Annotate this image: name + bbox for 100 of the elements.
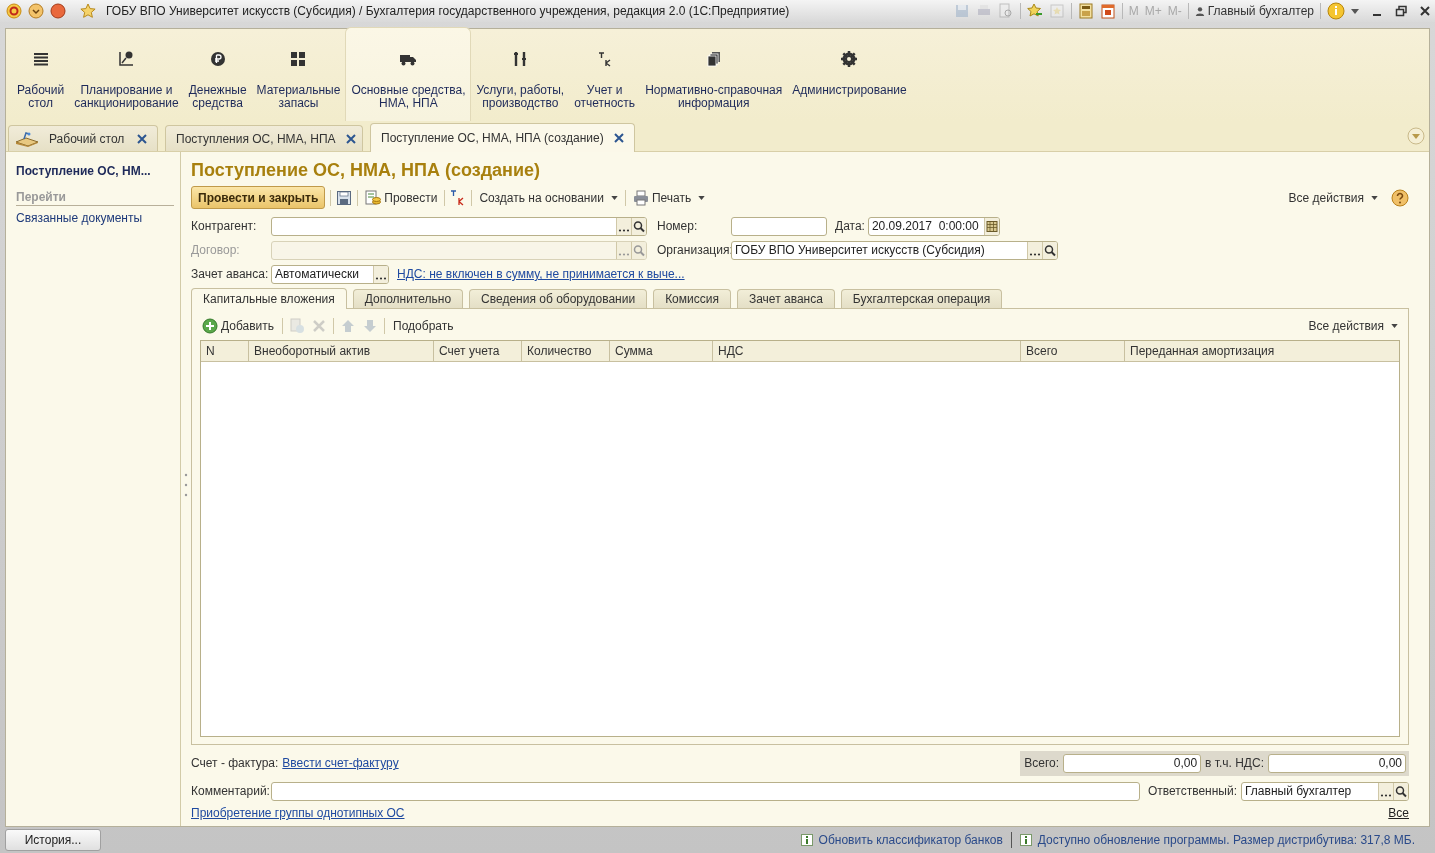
section-item[interactable]: Материальные запасы bbox=[251, 29, 346, 121]
section-item[interactable]: Основные средства, НМА, НПА bbox=[345, 27, 472, 121]
close-icon[interactable] bbox=[137, 133, 147, 144]
form-tab[interactable]: Комиссия bbox=[653, 289, 731, 309]
all-actions-dropdown[interactable]: Все действия bbox=[1306, 319, 1400, 334]
status-message[interactable]: Доступно обновление программы. Размер дистрибутива: 317,8 МБ. bbox=[1037, 833, 1415, 847]
field-label: Ответственный: bbox=[1147, 784, 1237, 799]
total-field[interactable]: 0,00 bbox=[1063, 753, 1202, 773]
section-label: Материальные запасы bbox=[256, 84, 341, 110]
coin-icon bbox=[209, 51, 226, 67]
form-tab[interactable]: Зачет аванса bbox=[736, 289, 835, 309]
calendar-icon[interactable] bbox=[1099, 3, 1116, 19]
status-message[interactable]: Обновить классификатор банков bbox=[818, 833, 1003, 847]
column-header[interactable]: Количество bbox=[522, 341, 610, 362]
group-heading: Перейти bbox=[16, 190, 174, 206]
caret-icon[interactable] bbox=[1351, 8, 1359, 14]
column-header[interactable]: Сумма bbox=[610, 341, 713, 362]
search-icon[interactable] bbox=[1393, 782, 1408, 800]
section-label: Основные средства, НМА, НПА bbox=[351, 84, 466, 110]
section-item[interactable]: Планирование и санкционирование bbox=[69, 29, 184, 121]
calculator-icon[interactable] bbox=[1077, 3, 1094, 19]
section-item[interactable]: Администрирование bbox=[787, 29, 912, 121]
documents-icon bbox=[705, 51, 722, 67]
pick-button[interactable]: Подобрать bbox=[391, 319, 456, 334]
field-label: Контрагент: bbox=[191, 219, 258, 234]
column-header[interactable]: Внеоборотный актив bbox=[249, 341, 434, 362]
close-icon[interactable] bbox=[1419, 5, 1431, 17]
user-icon bbox=[1194, 6, 1205, 16]
info-icon[interactable] bbox=[1327, 2, 1345, 20]
ellipsis-icon[interactable] bbox=[1027, 241, 1042, 259]
post-and-close-button[interactable]: Провести и закрыть bbox=[191, 186, 326, 209]
add-button[interactable]: Добавить bbox=[200, 318, 277, 335]
vat-total-field[interactable]: 0,00 bbox=[1268, 753, 1406, 773]
organization-field[interactable]: ГОБУ ВПО Университет искусств (Субсидия) bbox=[731, 240, 1058, 260]
all-actions-dropdown[interactable]: Все действия bbox=[1286, 190, 1380, 205]
user-name[interactable]: Главный бухгалтер bbox=[1207, 4, 1314, 18]
tab-label: Поступление ОС, НМА, НПА (создание) bbox=[381, 131, 604, 145]
create-based-on-dropdown[interactable]: Создать на основании bbox=[477, 190, 620, 205]
date-field[interactable]: 20.09.2017 0:00:00 bbox=[867, 216, 1000, 236]
close-circle-icon[interactable] bbox=[50, 3, 66, 19]
form-tab[interactable]: Сведения об оборудовании bbox=[469, 289, 648, 309]
menu-icon[interactable] bbox=[28, 3, 44, 19]
open-tab[interactable]: Поступление ОС, НМА, НПА (создание) bbox=[370, 123, 635, 152]
preview-icon[interactable] bbox=[997, 3, 1014, 19]
form-tab[interactable]: Дополнительно bbox=[352, 289, 464, 309]
history-button[interactable]: История... bbox=[5, 829, 101, 851]
navigation-link[interactable]: Связанные документы bbox=[16, 211, 174, 225]
grid-icon bbox=[290, 51, 307, 67]
field-label: Договор: bbox=[191, 243, 241, 258]
field-label: Номер: bbox=[657, 219, 699, 234]
section-item[interactable]: Нормативно-справочная информация bbox=[640, 29, 788, 121]
number-field[interactable] bbox=[731, 216, 827, 236]
section-label: Денежные средства bbox=[188, 84, 247, 110]
restore-icon[interactable] bbox=[1395, 5, 1407, 17]
calendar-icon[interactable] bbox=[983, 217, 999, 235]
dropdown-circle-icon[interactable] bbox=[1407, 127, 1425, 145]
ellipsis-icon[interactable] bbox=[616, 217, 631, 235]
help-icon[interactable] bbox=[1391, 188, 1409, 207]
responsible-field[interactable]: Главный бухгалтер bbox=[1241, 781, 1409, 801]
section-label: Услуги, работы, производство bbox=[476, 84, 565, 110]
form-tab[interactable]: Капитальные вложения bbox=[191, 288, 347, 310]
open-tab[interactable]: Рабочий стол bbox=[8, 125, 158, 151]
enter-invoice-link[interactable]: Ввести счет-фактуру bbox=[282, 756, 399, 771]
caret-icon bbox=[1371, 195, 1378, 200]
form-tab[interactable]: Бухгалтерская операция bbox=[840, 289, 1003, 309]
column-header[interactable]: N bbox=[201, 341, 249, 362]
column-header[interactable]: Переданная амортизация bbox=[1125, 341, 1399, 362]
open-tab[interactable]: Поступления ОС, НМА, НПА bbox=[165, 125, 363, 151]
app-logo-icon[interactable] bbox=[6, 3, 22, 19]
column-header[interactable]: Всего bbox=[1021, 341, 1125, 362]
section-label: Нормативно-справочная информация bbox=[645, 84, 783, 110]
comment-field[interactable] bbox=[271, 781, 1140, 801]
save-icon[interactable] bbox=[336, 189, 353, 206]
vat-link[interactable]: НДС: не включен в сумму, не принимается к выче... bbox=[397, 267, 685, 282]
print-dropdown[interactable]: Печать bbox=[630, 189, 708, 206]
current-document-link[interactable]: Поступление ОС, НМ... bbox=[16, 164, 174, 178]
close-icon[interactable] bbox=[345, 133, 356, 144]
search-icon[interactable] bbox=[1042, 241, 1057, 259]
desk-icon bbox=[15, 130, 39, 147]
caret-icon bbox=[610, 195, 618, 200]
all-link[interactable]: Все bbox=[1388, 806, 1409, 821]
post-button[interactable]: Провести bbox=[363, 189, 440, 206]
tab-label: Рабочий стол bbox=[49, 131, 126, 146]
section-item[interactable]: Учет и отчетность bbox=[569, 29, 641, 121]
section-item[interactable]: Рабочий стол bbox=[12, 29, 70, 121]
tools-icon bbox=[512, 51, 529, 67]
section-item[interactable]: Услуги, работы, производство bbox=[471, 29, 570, 121]
ellipsis-icon[interactable] bbox=[1378, 782, 1393, 800]
counterparty-field[interactable] bbox=[271, 216, 647, 236]
list-icon bbox=[32, 51, 49, 67]
advance-offset-field[interactable]: Автоматически bbox=[271, 264, 389, 284]
star-icon[interactable] bbox=[80, 3, 96, 19]
search-icon[interactable] bbox=[631, 217, 646, 235]
close-icon[interactable] bbox=[613, 133, 624, 143]
group-purchase-link[interactable]: Приобретение группы однотипных ОС bbox=[191, 806, 405, 821]
column-header[interactable]: Счет учета bbox=[434, 341, 522, 362]
ellipsis-icon[interactable] bbox=[373, 265, 388, 283]
column-header[interactable]: НДС bbox=[713, 341, 1021, 362]
favorite-arrow-icon[interactable] bbox=[1026, 3, 1043, 19]
section-item[interactable]: Денежные средства bbox=[183, 29, 252, 121]
